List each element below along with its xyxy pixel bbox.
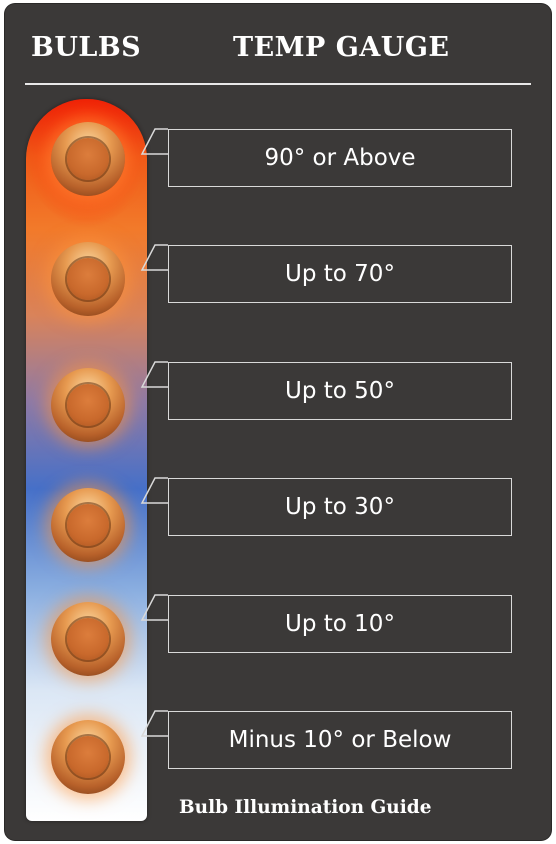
level-label-up-to-50: Up to 50° <box>168 362 512 420</box>
gauge-panel: BULBS TEMP GAUGE 90° or Above Up to 70° … <box>5 4 551 840</box>
level-label-up-to-70: Up to 70° <box>168 245 512 303</box>
callout-pointer-icon <box>140 244 168 271</box>
callout-pointer-icon <box>140 361 168 388</box>
level-label-up-to-10: Up to 10° <box>168 595 512 653</box>
level-label-90-or-above: 90° or Above <box>168 129 512 187</box>
guide-caption: Bulb Illumination Guide <box>179 797 432 818</box>
temp-gauge-heading: TEMP GAUGE <box>233 32 450 63</box>
level-label-up-to-30: Up to 30° <box>168 478 512 536</box>
bulb-icon <box>51 242 125 316</box>
callout-pointer-icon <box>140 128 168 155</box>
level-label-minus-10-or-below: Minus 10° or Below <box>168 711 512 769</box>
thermometer-tube <box>26 99 147 821</box>
callout-pointer-icon <box>140 710 168 737</box>
callout-pointer-icon <box>140 594 168 621</box>
bulb-icon <box>51 368 125 442</box>
bulb-icon <box>51 488 125 562</box>
bulb-icon <box>51 720 125 794</box>
bulb-icon <box>51 122 125 196</box>
header-divider <box>25 83 531 85</box>
bulbs-heading: BULBS <box>31 32 142 63</box>
bulb-icon <box>51 602 125 676</box>
callout-pointer-icon <box>140 477 168 504</box>
